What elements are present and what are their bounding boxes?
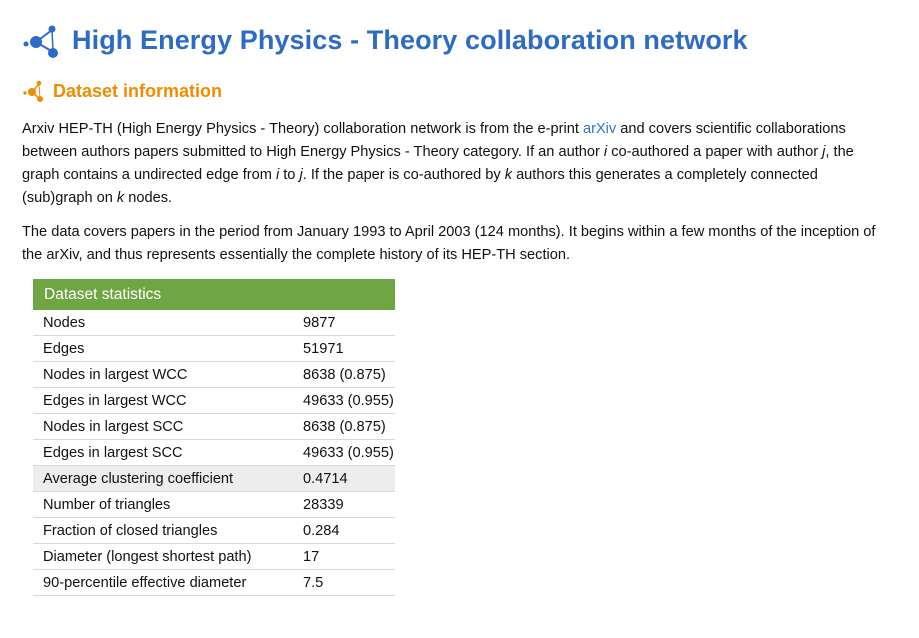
section-title: Dataset information: [53, 80, 223, 101]
stat-label: Edges in largest SCC: [33, 439, 288, 466]
section-header: Dataset information: [22, 78, 222, 104]
stat-value: 49633 (0.955): [288, 439, 395, 466]
stat-value: 0.4714: [288, 465, 395, 492]
table-row: Diameter (longest shortest path) 17: [33, 543, 395, 570]
stat-label: Edges: [33, 335, 288, 362]
stat-value: 0.284: [288, 517, 395, 544]
stat-value: 8638 (0.875): [288, 361, 395, 388]
stat-label: Fraction of closed triangles: [33, 517, 288, 544]
table-row: Nodes in largest WCC 8638 (0.875): [33, 361, 395, 388]
dataset-statistics-table: Dataset statistics Nodes 9877 Edges 5197…: [33, 279, 395, 596]
variable-k: k: [504, 167, 513, 183]
table-row: Number of triangles 28339: [33, 491, 395, 518]
table-row: Nodes in largest SCC 8638 (0.875): [33, 413, 395, 440]
table-row-highlighted: Average clustering coefficient 0.4714: [33, 465, 395, 492]
stat-label: Nodes in largest SCC: [33, 413, 288, 440]
page-header: High Energy Physics - Theory collaborati…: [22, 20, 748, 60]
table-row: 90-percentile effective diameter 7.5: [33, 569, 395, 596]
stat-value: 51971: [288, 335, 395, 362]
page: High Energy Physics - Theory collaborati…: [0, 0, 919, 638]
period-paragraph: The data covers papers in the period fro…: [22, 224, 876, 263]
stat-value: 17: [288, 543, 395, 570]
stat-value: 49633 (0.955): [288, 387, 395, 414]
table-header-row: Dataset statistics: [33, 279, 395, 310]
table-row: Fraction of closed triangles 0.284: [33, 517, 395, 544]
stat-label: Nodes in largest WCC: [33, 361, 288, 388]
stat-label: Average clustering coefficient: [33, 465, 288, 492]
stat-label: Number of triangles: [33, 491, 288, 518]
description-text: co-authored a paper with author: [607, 144, 823, 160]
stat-label: Nodes: [33, 310, 288, 336]
table-row: Nodes 9877: [33, 310, 395, 336]
stat-value: 9877: [288, 310, 395, 336]
table-header: Dataset statistics: [33, 279, 395, 310]
description-text: . If the paper is co-authored by: [302, 167, 505, 183]
stat-label: Diameter (longest shortest path): [33, 543, 288, 570]
description-text: to: [279, 167, 300, 183]
table-row: Edges 51971: [33, 335, 395, 362]
description-paragraph: Arxiv HEP-TH (High Energy Physics - Theo…: [22, 118, 890, 210]
description-text: Arxiv HEP-TH (High Energy Physics - Theo…: [22, 121, 583, 137]
description-text: nodes.: [124, 190, 173, 206]
page-title: High Energy Physics - Theory collaborati…: [72, 24, 748, 55]
table-row: Edges in largest WCC 49633 (0.955): [33, 387, 395, 414]
stat-value: 7.5: [288, 569, 395, 596]
stat-value: 28339: [288, 491, 395, 518]
arxiv-link[interactable]: arXiv: [583, 121, 616, 137]
network-icon: [23, 25, 58, 58]
table-row: Edges in largest SCC 49633 (0.955): [33, 439, 395, 466]
stat-label: 90-percentile effective diameter: [33, 569, 288, 596]
network-icon-small: [23, 80, 43, 102]
stat-label: Edges in largest WCC: [33, 387, 288, 414]
stat-value: 8638 (0.875): [288, 413, 395, 440]
